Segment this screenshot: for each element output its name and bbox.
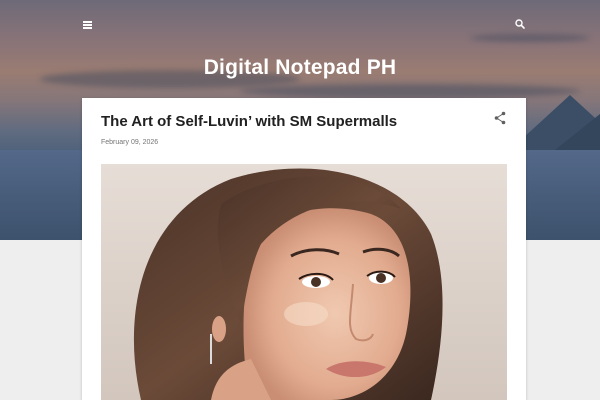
banner-mountain (555, 110, 600, 150)
banner-cloud (470, 34, 590, 42)
search-icon[interactable] (512, 16, 528, 32)
site-title[interactable]: Digital Notepad PH (0, 56, 600, 80)
share-icon[interactable] (492, 110, 508, 126)
menu-icon[interactable] (80, 16, 96, 32)
post-date: February 09, 2026 (101, 139, 159, 146)
post-featured-image[interactable] (101, 164, 507, 400)
post-title[interactable]: The Art of Self-Luvin’ with SM Supermall… (101, 112, 471, 132)
post-card: The Art of Self-Luvin’ with SM Supermall… (82, 98, 526, 400)
